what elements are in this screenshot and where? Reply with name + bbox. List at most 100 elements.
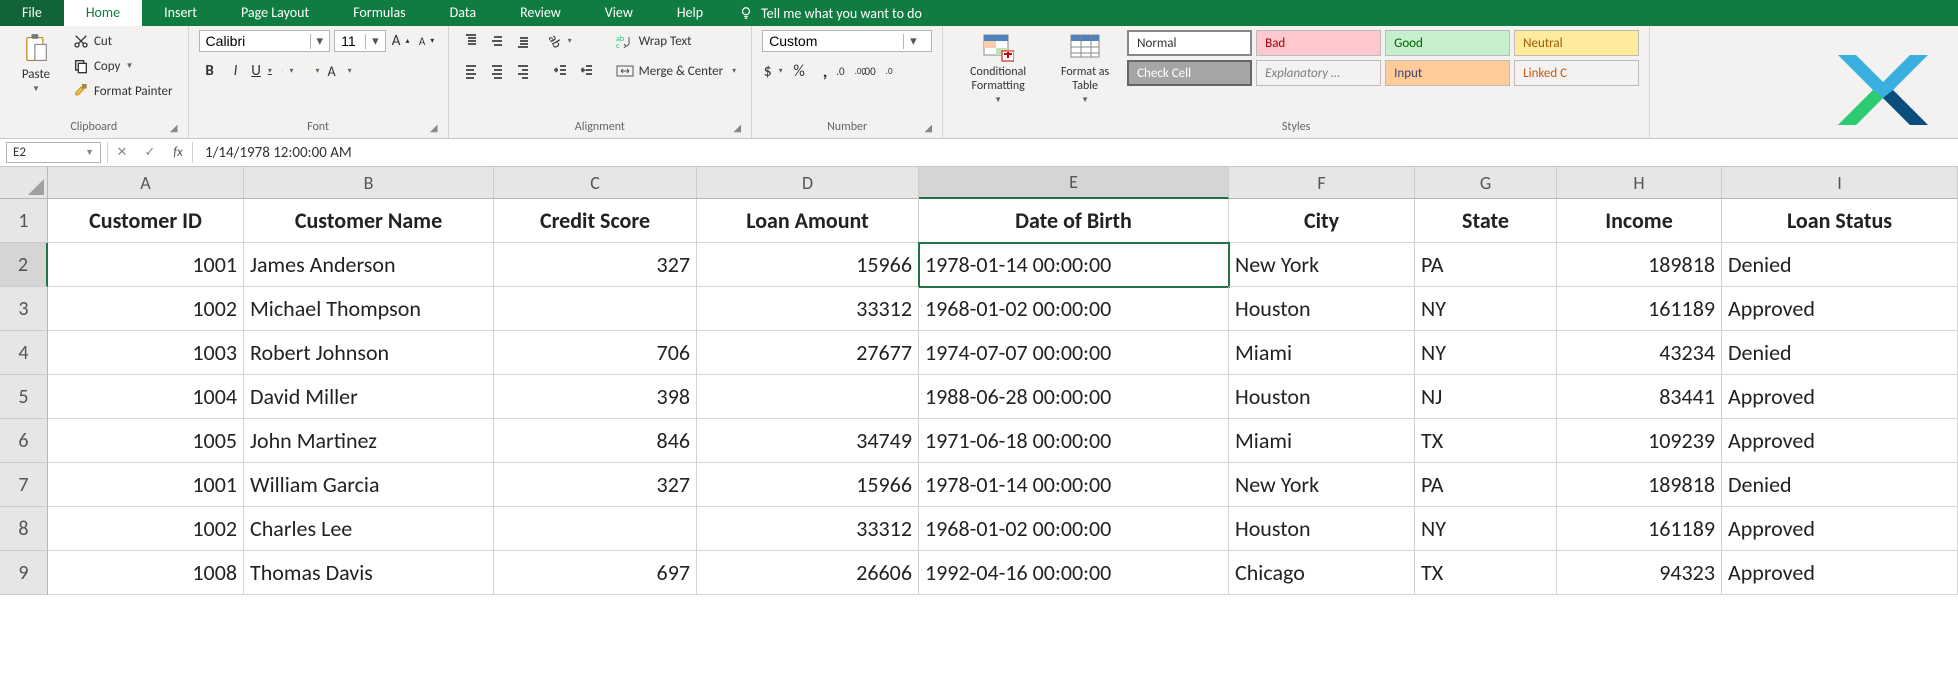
cell[interactable]: 846 bbox=[494, 419, 697, 463]
cell[interactable]: 1978-01-14 00:00:00 bbox=[919, 463, 1229, 507]
font-name-input[interactable] bbox=[200, 31, 310, 51]
cell[interactable]: 34749 bbox=[697, 419, 919, 463]
percent-button[interactable]: % bbox=[788, 60, 810, 82]
chevron-down-icon[interactable]: ▾ bbox=[903, 34, 923, 49]
cell[interactable]: 1992-04-16 00:00:00 bbox=[919, 551, 1229, 595]
name-box[interactable]: E2▼ bbox=[6, 142, 101, 163]
bold-button[interactable]: B bbox=[199, 60, 221, 82]
cell[interactable]: PA bbox=[1415, 243, 1557, 287]
cell[interactable]: Houston bbox=[1229, 375, 1415, 419]
cell[interactable]: 15966 bbox=[697, 463, 919, 507]
format-painter-button[interactable]: Format Painter bbox=[68, 80, 178, 102]
cell[interactable]: NY bbox=[1415, 507, 1557, 551]
cancel-formula-button[interactable]: ✕ bbox=[108, 145, 136, 160]
number-format-combo[interactable]: ▾ bbox=[762, 30, 932, 52]
tab-review[interactable]: Review bbox=[498, 0, 583, 26]
cell[interactable]: 1974-07-07 00:00:00 bbox=[919, 331, 1229, 375]
cell[interactable]: New York bbox=[1229, 243, 1415, 287]
style-normal[interactable]: Normal bbox=[1127, 30, 1252, 56]
cell[interactable]: Thomas Davis bbox=[244, 551, 494, 595]
style-input[interactable]: Input bbox=[1385, 60, 1510, 86]
paste-button[interactable]: Paste ▼ bbox=[10, 30, 62, 97]
align-center-button[interactable] bbox=[485, 60, 507, 82]
cell[interactable]: 398 bbox=[494, 375, 697, 419]
column-header-H[interactable]: H bbox=[1557, 167, 1722, 199]
header-cell[interactable]: Income bbox=[1557, 199, 1722, 243]
cell[interactable]: 26606 bbox=[697, 551, 919, 595]
style-good[interactable]: Good bbox=[1385, 30, 1510, 56]
accept-formula-button[interactable]: ✓ bbox=[136, 145, 164, 160]
number-format-input[interactable] bbox=[763, 31, 903, 51]
cell[interactable]: 1008 bbox=[48, 551, 244, 595]
header-cell[interactable]: Loan Amount bbox=[697, 199, 919, 243]
header-cell[interactable]: Loan Status bbox=[1722, 199, 1958, 243]
column-header-A[interactable]: A bbox=[48, 167, 244, 199]
decrease-indent-button[interactable] bbox=[549, 60, 571, 82]
align-left-button[interactable] bbox=[459, 60, 481, 82]
chevron-down-icon[interactable]: ▾ bbox=[365, 34, 385, 49]
header-cell[interactable]: Customer Name bbox=[244, 199, 494, 243]
header-cell[interactable]: Date of Birth bbox=[919, 199, 1229, 243]
row-header-2[interactable]: 2 bbox=[0, 243, 48, 287]
cell[interactable]: 27677 bbox=[697, 331, 919, 375]
cell[interactable]: 15966 bbox=[697, 243, 919, 287]
cell[interactable]: Approved bbox=[1722, 375, 1958, 419]
header-cell[interactable]: State bbox=[1415, 199, 1557, 243]
tell-me-search[interactable]: Tell me what you want to do bbox=[725, 0, 936, 26]
chevron-down-icon[interactable]: ▼ bbox=[85, 147, 94, 158]
cell[interactable]: 1005 bbox=[48, 419, 244, 463]
cell[interactable]: Denied bbox=[1722, 243, 1958, 287]
decrease-font-button[interactable]: A▾ bbox=[416, 30, 438, 52]
font-color-button[interactable]: A▾ bbox=[329, 60, 351, 82]
currency-button[interactable]: $▾ bbox=[762, 60, 784, 82]
dialog-launcher-icon[interactable]: ◢ bbox=[170, 121, 178, 134]
cell[interactable]: NY bbox=[1415, 331, 1557, 375]
style-explanatory[interactable]: Explanatory … bbox=[1256, 60, 1381, 86]
cell[interactable]: 1002 bbox=[48, 287, 244, 331]
cell[interactable] bbox=[697, 375, 919, 419]
borders-button[interactable]: ▾ bbox=[277, 60, 299, 82]
tab-view[interactable]: View bbox=[583, 0, 655, 26]
increase-indent-button[interactable] bbox=[575, 60, 597, 82]
chevron-down-icon[interactable]: ▾ bbox=[310, 34, 330, 49]
column-header-B[interactable]: B bbox=[244, 167, 494, 199]
row-header-3[interactable]: 3 bbox=[0, 287, 48, 331]
cell[interactable]: Charles Lee bbox=[244, 507, 494, 551]
cell[interactable]: 327 bbox=[494, 463, 697, 507]
orientation-button[interactable]: ab▾ bbox=[549, 30, 571, 52]
align-right-button[interactable] bbox=[511, 60, 533, 82]
header-cell[interactable]: City bbox=[1229, 199, 1415, 243]
cell[interactable]: Approved bbox=[1722, 287, 1958, 331]
comma-button[interactable]: , bbox=[814, 60, 836, 82]
merge-center-button[interactable]: Merge & Center▾ bbox=[611, 60, 742, 82]
style-neutral[interactable]: Neutral bbox=[1514, 30, 1639, 56]
tab-help[interactable]: Help bbox=[655, 0, 725, 26]
increase-decimal-button[interactable]: .0.00 bbox=[840, 60, 862, 82]
tab-page-layout[interactable]: Page Layout bbox=[219, 0, 331, 26]
dialog-launcher-icon[interactable]: ◢ bbox=[924, 121, 932, 134]
header-cell[interactable]: Credit Score bbox=[494, 199, 697, 243]
cell[interactable]: TX bbox=[1415, 551, 1557, 595]
fill-color-button[interactable]: ▾ bbox=[303, 60, 325, 82]
insert-function-button[interactable]: fx bbox=[164, 145, 192, 160]
column-header-E[interactable]: E bbox=[919, 167, 1229, 199]
cell[interactable]: 43234 bbox=[1557, 331, 1722, 375]
row-header-6[interactable]: 6 bbox=[0, 419, 48, 463]
format-as-table-button[interactable]: Format as Table▼ bbox=[1049, 30, 1121, 108]
cell[interactable]: 697 bbox=[494, 551, 697, 595]
column-header-D[interactable]: D bbox=[697, 167, 919, 199]
cell[interactable]: Houston bbox=[1229, 287, 1415, 331]
row-header-9[interactable]: 9 bbox=[0, 551, 48, 595]
cell[interactable]: 327 bbox=[494, 243, 697, 287]
align-middle-button[interactable] bbox=[485, 30, 507, 52]
cell[interactable]: Michael Thompson bbox=[244, 287, 494, 331]
tab-insert[interactable]: Insert bbox=[142, 0, 219, 26]
align-top-button[interactable] bbox=[459, 30, 481, 52]
style-linked[interactable]: Linked C bbox=[1514, 60, 1639, 86]
dialog-launcher-icon[interactable]: ◢ bbox=[430, 121, 438, 134]
dialog-launcher-icon[interactable]: ◢ bbox=[733, 121, 741, 134]
style-check-cell[interactable]: Check Cell bbox=[1127, 60, 1252, 86]
cell[interactable]: PA bbox=[1415, 463, 1557, 507]
cell[interactable]: NY bbox=[1415, 287, 1557, 331]
cell[interactable]: John Martinez bbox=[244, 419, 494, 463]
